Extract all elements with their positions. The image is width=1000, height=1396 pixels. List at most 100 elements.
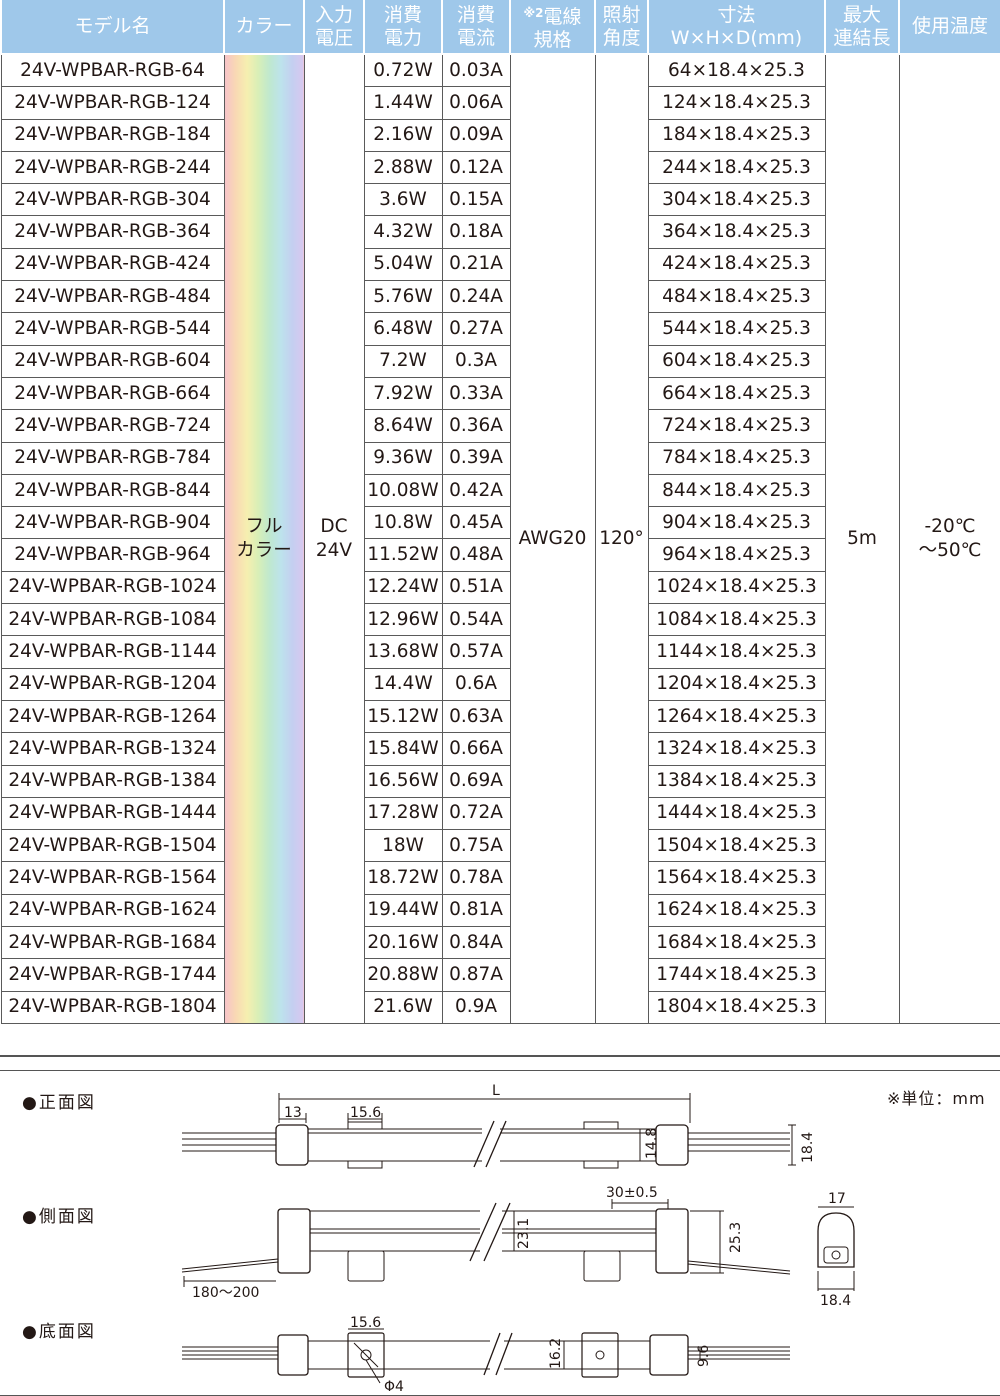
cell-model: 24V-WPBAR-RGB-1324 [0, 732, 225, 766]
cell-power: 0.72W [363, 53, 443, 88]
cell-model: 24V-WPBAR-RGB-1264 [0, 699, 225, 734]
cell-current: 0.3A [441, 344, 511, 378]
cell-power: 15.12W [363, 699, 443, 734]
cell-model: 24V-WPBAR-RGB-124 [0, 86, 225, 120]
cell-current: 0.12A [441, 150, 511, 185]
cell-model: 24V-WPBAR-RGB-1624 [0, 893, 225, 928]
cell-model: 24V-WPBAR-RGB-1024 [0, 570, 225, 605]
cell-model: 24V-WPBAR-RGB-304 [0, 183, 225, 217]
cell-power: 7.2W [363, 344, 443, 378]
cell-power: 4.32W [363, 215, 443, 249]
cell-current: 0.54A [441, 603, 511, 637]
cell-model: 24V-WPBAR-RGB-1684 [0, 926, 225, 960]
cell-model: 24V-WPBAR-RGB-904 [0, 506, 225, 540]
cell-power: 7.92W [363, 376, 443, 411]
cell-power: 5.76W [363, 280, 443, 314]
cell-current: 0.84A [441, 926, 511, 960]
cell-current: 0.39A [441, 441, 511, 475]
header-angle: 照射 角度 [594, 0, 649, 55]
cell-model: 24V-WPBAR-RGB-1384 [0, 764, 225, 798]
cell-temp: -20℃ ～50℃ [898, 53, 1000, 1024]
cell-dims: 1444×18.4×25.3 [647, 796, 826, 831]
cell-angle: 120° [594, 53, 649, 1024]
cell-dims: 604×18.4×25.3 [647, 344, 826, 378]
cell-dims: 844×18.4×25.3 [647, 473, 826, 508]
cell-power: 1.44W [363, 86, 443, 120]
header-model: モデル名 [0, 0, 225, 55]
dim-front-total-height: 18.4 [800, 1132, 816, 1163]
cell-current: 0.87A [441, 958, 511, 992]
cell-model: 24V-WPBAR-RGB-424 [0, 247, 225, 282]
cell-current: 0.45A [441, 506, 511, 540]
cell-model: 24V-WPBAR-RGB-364 [0, 215, 225, 249]
cell-current: 0.6A [441, 667, 511, 701]
cell-current: 0.18A [441, 215, 511, 249]
header-power: 消費 電力 [363, 0, 443, 55]
cell-current: 0.81A [441, 893, 511, 928]
cell-current: 0.36A [441, 409, 511, 443]
cell-power: 2.16W [363, 118, 443, 152]
dim-side-body-height: 23.1 [516, 1218, 532, 1249]
cell-power: 3.6W [363, 183, 443, 217]
cell-model: 24V-WPBAR-RGB-784 [0, 441, 225, 475]
cell-dims: 724×18.4×25.3 [647, 409, 826, 443]
cell-current: 0.66A [441, 732, 511, 766]
cell-model: 24V-WPBAR-RGB-1444 [0, 796, 225, 831]
cell-dims: 484×18.4×25.3 [647, 280, 826, 314]
cell-current: 0.63A [441, 699, 511, 734]
cell-model: 24V-WPBAR-RGB-1564 [0, 861, 225, 895]
table-body: 24V-WPBAR-RGB-64 フル カラー DC 24V 0.72W 0.03A AWG2… [0, 53, 1000, 1024]
cell-power: 9.36W [363, 441, 443, 475]
cell-wire: AWG20 [509, 53, 596, 1024]
cell-model: 24V-WPBAR-RGB-604 [0, 344, 225, 378]
cell-model: 24V-WPBAR-RGB-64 [0, 53, 225, 88]
cell-dims: 964×18.4×25.3 [647, 538, 826, 572]
header-color: カラー [223, 0, 305, 55]
cell-power: 18.72W [363, 861, 443, 895]
dim-bottom-clip: 15.6 [350, 1315, 381, 1331]
cell-power: 12.96W [363, 603, 443, 637]
dim-bottom-body-width: 16.2 [548, 1338, 564, 1369]
cell-dims: 1384×18.4×25.3 [647, 764, 826, 798]
cell-dims: 1684×18.4×25.3 [647, 926, 826, 960]
cell-current: 0.42A [441, 473, 511, 508]
cell-power: 2.88W [363, 150, 443, 185]
diagram-panel: ※単位：mm ●正面図 ●側面図 ●底面図 L 13 15.6 14.8 18.… [0, 1070, 1000, 1396]
dim-side-profile-width: 17 [828, 1191, 846, 1207]
cell-current: 0.03A [441, 53, 511, 88]
cell-power: 18W [363, 829, 443, 863]
cell-current: 0.72A [441, 796, 511, 831]
cell-dims: 1084×18.4×25.3 [647, 603, 826, 637]
cell-power: 6.48W [363, 312, 443, 346]
cell-dims: 124×18.4×25.3 [647, 86, 826, 120]
cell-power: 14.4W [363, 667, 443, 701]
cell-dims: 1744×18.4×25.3 [647, 958, 826, 992]
cell-current: 0.24A [441, 280, 511, 314]
cell-dims: 1804×18.4×25.3 [647, 990, 826, 1024]
header-current: 消費 電流 [441, 0, 511, 55]
cell-dims: 784×18.4×25.3 [647, 441, 826, 475]
cell-model: 24V-WPBAR-RGB-1804 [0, 990, 225, 1024]
cell-current: 0.51A [441, 570, 511, 605]
cell-current: 0.09A [441, 118, 511, 152]
cell-model: 24V-WPBAR-RGB-964 [0, 538, 225, 572]
cell-model: 24V-WPBAR-RGB-544 [0, 312, 225, 346]
header-wire: ※2電線 規格 [509, 0, 596, 55]
cell-model: 24V-WPBAR-RGB-1204 [0, 667, 225, 701]
header-voltage: 入力 電圧 [303, 0, 365, 55]
cell-power: 5.04W [363, 247, 443, 282]
dim-bottom-wire-width: 9.6 [696, 1345, 712, 1367]
cell-model: 24V-WPBAR-RGB-244 [0, 150, 225, 185]
cell-current: 0.27A [441, 312, 511, 346]
cell-current: 0.75A [441, 829, 511, 863]
cell-model: 24V-WPBAR-RGB-1504 [0, 829, 225, 863]
cell-dims: 1624×18.4×25.3 [647, 893, 826, 928]
dim-front-endcap: 13 [284, 1105, 302, 1121]
cell-dims: 304×18.4×25.3 [647, 183, 826, 217]
cell-dims: 904×18.4×25.3 [647, 506, 826, 540]
dim-side-cable: 180～200 [192, 1285, 259, 1301]
cell-power: 10.8W [363, 506, 443, 540]
cell-power: 8.64W [363, 409, 443, 443]
cell-model: 24V-WPBAR-RGB-1744 [0, 958, 225, 992]
cell-current: 0.15A [441, 183, 511, 217]
